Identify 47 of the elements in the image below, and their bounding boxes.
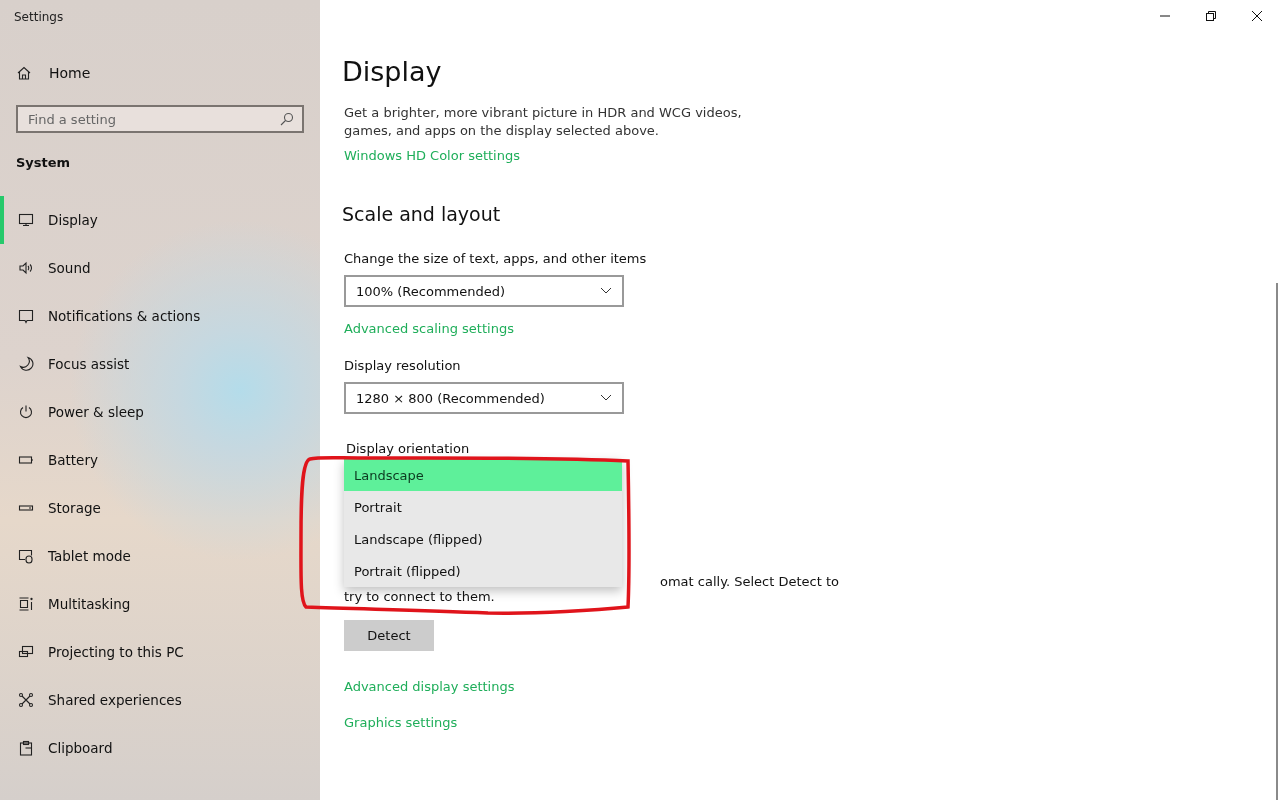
- sidebar-item[interactable]: Shared experiences: [0, 676, 320, 724]
- sidebar-item[interactable]: Focus assist: [0, 340, 320, 388]
- sidebar-item[interactable]: Storage: [0, 484, 320, 532]
- restore-icon: [1205, 10, 1217, 22]
- scale-dropdown[interactable]: 100% (Recommended): [344, 275, 624, 307]
- chevron-down-icon: [600, 287, 612, 295]
- page-title: Display: [342, 56, 443, 87]
- resolution-dropdown[interactable]: 1280 × 800 (Recommended): [344, 382, 624, 414]
- sidebar-item[interactable]: Battery: [0, 436, 320, 484]
- multitasking-icon: [18, 596, 34, 612]
- detect-description: omat cally. Select Detect to: [660, 574, 840, 589]
- notifications-icon: [18, 308, 34, 324]
- close-icon: [1251, 10, 1263, 22]
- menu-option[interactable]: Landscape (flipped): [344, 523, 622, 555]
- sidebar-item[interactable]: Clipboard: [0, 724, 320, 772]
- search-field[interactable]: Find a setting: [16, 105, 304, 133]
- home-nav-item[interactable]: Home: [0, 61, 320, 85]
- section-heading: System: [15, 155, 72, 170]
- scale-label: Change the size of text, apps, and other items: [343, 251, 648, 266]
- sound-icon: [18, 260, 34, 276]
- detect-description: try to connect to them.: [344, 589, 495, 604]
- moon-icon: [18, 356, 34, 372]
- sidebar-item[interactable]: Notifications & actions: [0, 292, 320, 340]
- home-icon: [16, 65, 32, 81]
- shared-icon: [18, 692, 34, 708]
- menu-option[interactable]: Portrait: [344, 491, 622, 523]
- display-icon: [18, 212, 34, 228]
- menu-option[interactable]: Portrait (flipped): [344, 555, 622, 587]
- hdr-description: Get a brighter, more vibrant picture in HDR and WCG videos, games, and apps on the display selected above.: [343, 104, 743, 140]
- detect-button[interactable]: Detect: [344, 620, 434, 651]
- sidebar-item[interactable]: Power & sleep: [0, 388, 320, 436]
- sidebar-item[interactable]: Multitasking: [0, 580, 320, 628]
- search-icon: [280, 112, 294, 126]
- clipboard-icon: [18, 740, 34, 756]
- menu-option[interactable]: Landscape: [344, 459, 622, 491]
- scrollbar[interactable]: [1276, 283, 1278, 800]
- projecting-icon: [18, 644, 34, 660]
- chevron-down-icon: [600, 394, 612, 402]
- resolution-label: Display resolution: [343, 358, 462, 373]
- tablet-icon: [18, 548, 34, 564]
- sidebar-item[interactable]: Tablet mode: [0, 532, 320, 580]
- window-title: Settings: [13, 9, 65, 26]
- power-icon: [18, 404, 34, 420]
- section-heading: Scale and layout: [342, 203, 502, 225]
- sidebar-item[interactable]: Sound: [0, 244, 320, 292]
- sidebar-item[interactable]: Projecting to this PC: [0, 628, 320, 676]
- orientation-label: Display orientation: [345, 441, 470, 456]
